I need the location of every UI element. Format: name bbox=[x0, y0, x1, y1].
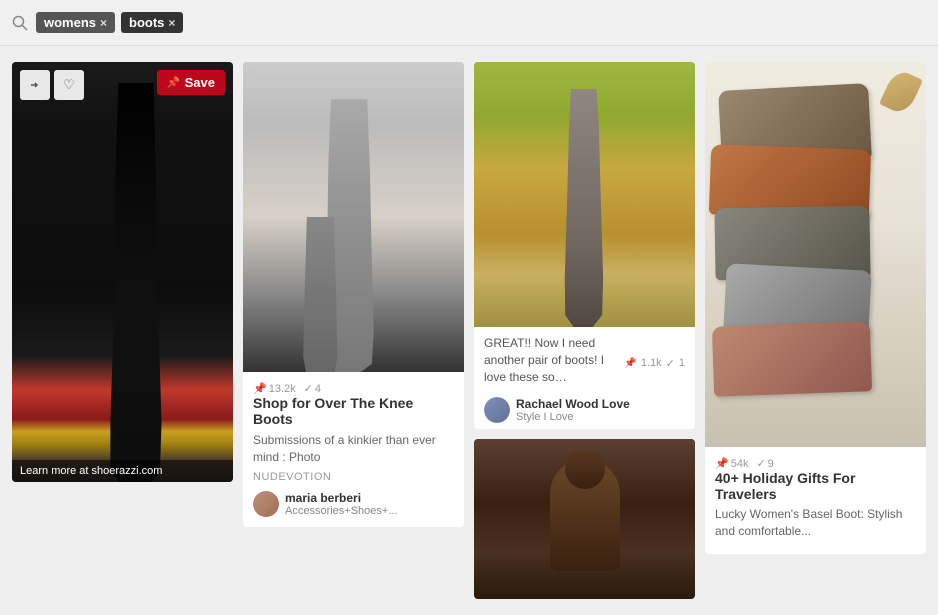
col2-save-stat: 📌 13.2k bbox=[253, 382, 296, 395]
pin-card-1-actions: ♡ 📌 Save bbox=[12, 70, 233, 100]
col3a-card-body: GREAT!! Now I need another pair of boots… bbox=[474, 327, 695, 429]
col3a-userhandle: Style I Love bbox=[516, 411, 630, 423]
pin-footer-1: Learn more at shoerazzi.com bbox=[12, 460, 233, 482]
pin-footer-text-1: Learn more at shoerazzi.com bbox=[20, 465, 162, 477]
col2-save-count: 13.2k bbox=[269, 383, 296, 395]
col2-avatar[interactable] bbox=[253, 491, 279, 517]
share-button-1[interactable] bbox=[20, 70, 50, 100]
col3a-save-count: 1.1k bbox=[641, 357, 662, 369]
col3a-avatar[interactable] bbox=[484, 397, 510, 423]
col-4: 📌 54k ✓ 9 40+ Holiday Gifts For Traveler… bbox=[705, 62, 926, 554]
pin-card-3a: GREAT!! Now I need another pair of boots… bbox=[474, 62, 695, 429]
col4-card-body: 📌 54k ✓ 9 40+ Holiday Gifts For Traveler… bbox=[705, 447, 926, 554]
col2-desc: Submissions of a kinkier than ever mind … bbox=[253, 432, 454, 466]
col4-desc: Lucky Women's Basel Boot: Stylish and co… bbox=[715, 506, 916, 540]
col2-username: maria berberi bbox=[285, 491, 398, 505]
tag-womens[interactable]: womens × bbox=[36, 12, 115, 33]
main-content: ♡ 📌 Save Learn more at shoerazzi.com bbox=[0, 46, 938, 615]
col-3: GREAT!! Now I need another pair of boots… bbox=[474, 62, 695, 599]
tag-boots-close[interactable]: × bbox=[168, 16, 175, 30]
col2-source: NUDEVOTION bbox=[253, 471, 454, 483]
pin-icon-save: 📌 bbox=[167, 76, 181, 89]
col3a-heart-count: 1 bbox=[679, 357, 685, 369]
col2-pin-icon: 📌 bbox=[253, 382, 267, 395]
pin-image-1: ♡ 📌 Save Learn more at shoerazzi.com bbox=[12, 62, 233, 482]
tag-womens-close[interactable]: × bbox=[100, 16, 107, 30]
pin-image-3a bbox=[474, 62, 695, 327]
col2-user-meta: maria berberi Accessories+Shoes+... bbox=[253, 491, 454, 517]
col4-heart-icon: ✓ bbox=[756, 457, 765, 470]
col4-save-stat: 📌 54k bbox=[715, 457, 748, 470]
col2-card-body: 📌 13.2k ✓ 4 Shop for Over The Knee Boots… bbox=[243, 372, 464, 527]
pin-card-1: ♡ 📌 Save Learn more at shoerazzi.com bbox=[12, 62, 233, 482]
pin-image-3b bbox=[474, 439, 695, 599]
col4-heart-count: 9 bbox=[768, 458, 774, 470]
icon-buttons-1: ♡ bbox=[20, 70, 84, 100]
col3a-user-info: Rachael Wood Love Style I Love bbox=[516, 397, 630, 423]
tag-womens-label: womens bbox=[44, 15, 96, 30]
col4-save-count: 54k bbox=[731, 458, 749, 470]
tag-boots-label: boots bbox=[129, 15, 164, 30]
col2-stats: 📌 13.2k ✓ 4 bbox=[253, 382, 454, 395]
heart-icon-1: ♡ bbox=[63, 77, 75, 93]
col3a-pin-icon: 📌 bbox=[624, 358, 636, 369]
col2-heart-icon: ✓ bbox=[304, 382, 313, 395]
pin-image-2 bbox=[243, 62, 464, 372]
col3a-desc: GREAT!! Now I need another pair of boots… bbox=[484, 335, 624, 385]
col2-title: Shop for Over The Knee Boots bbox=[253, 395, 454, 427]
col4-stats: 📌 54k ✓ 9 bbox=[715, 457, 916, 470]
pin-card-4: 📌 54k ✓ 9 40+ Holiday Gifts For Traveler… bbox=[705, 62, 926, 554]
col3a-user-meta: Rachael Wood Love Style I Love bbox=[484, 397, 685, 423]
col2-userhandle: Accessories+Shoes+... bbox=[285, 505, 398, 517]
col3a-stats-row: GREAT!! Now I need another pair of boots… bbox=[484, 335, 685, 391]
col4-title: 40+ Holiday Gifts For Travelers bbox=[715, 470, 916, 502]
header: womens × boots × bbox=[0, 0, 938, 46]
col2-heart-stat: ✓ 4 bbox=[304, 382, 321, 395]
col-1: ♡ 📌 Save Learn more at shoerazzi.com bbox=[12, 62, 233, 482]
col-2: 📌 13.2k ✓ 4 Shop for Over The Knee Boots… bbox=[243, 62, 464, 527]
pin-image-4 bbox=[705, 62, 926, 447]
col4-pin-icon: 📌 bbox=[715, 457, 729, 470]
heart-button-1[interactable]: ♡ bbox=[54, 70, 84, 100]
col3a-heart-icon: ✓ bbox=[666, 357, 675, 370]
col4-heart-stat: ✓ 9 bbox=[756, 457, 773, 470]
save-label-1: Save bbox=[185, 75, 215, 90]
save-button-1[interactable]: 📌 Save bbox=[157, 70, 225, 95]
pin-card-3b bbox=[474, 439, 695, 599]
search-tags: womens × boots × bbox=[36, 12, 183, 33]
col3a-username: Rachael Wood Love bbox=[516, 397, 630, 411]
col2-heart-count: 4 bbox=[315, 383, 321, 395]
search-icon[interactable] bbox=[12, 15, 28, 31]
pin-card-2: 📌 13.2k ✓ 4 Shop for Over The Knee Boots… bbox=[243, 62, 464, 527]
col2-user-info: maria berberi Accessories+Shoes+... bbox=[285, 491, 398, 517]
tag-boots[interactable]: boots × bbox=[121, 12, 183, 33]
